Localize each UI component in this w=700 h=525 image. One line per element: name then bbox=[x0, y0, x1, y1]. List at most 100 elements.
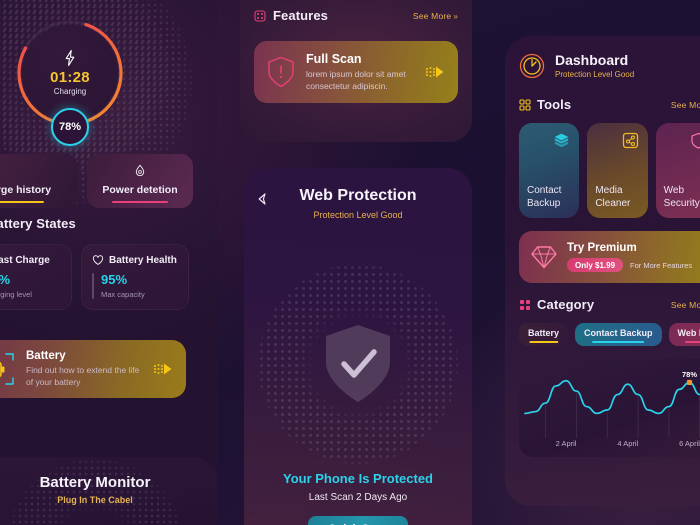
last-scan-text: Last Scan 2 Days Ago bbox=[308, 492, 408, 503]
full-scan-card[interactable]: Full Scan lorem ipsum dolor sit amet con… bbox=[254, 41, 458, 103]
lightning-bolt-icon bbox=[65, 50, 75, 66]
category-chip-battery[interactable]: Battery bbox=[519, 323, 569, 346]
battery-stats-row: Last Charge 78% Charging level Battery H… bbox=[0, 244, 189, 310]
arrow-dots-right-icon bbox=[154, 363, 172, 375]
battery-health-card[interactable]: Battery Health 95% Max capacity bbox=[81, 244, 189, 310]
category-header: Category See More» bbox=[519, 297, 700, 312]
category-see-more-label: See More bbox=[670, 299, 700, 310]
web-protection-title: Web Protection bbox=[299, 187, 417, 204]
last-charge-card[interactable]: Last Charge 78% Charging level bbox=[0, 244, 72, 310]
category-chip-label: Battery bbox=[528, 328, 560, 338]
dashboard-subtitle: Protection Level Good bbox=[555, 70, 635, 79]
full-scan-description: lorem ipsum dolor sit amet consectetur a… bbox=[306, 68, 406, 91]
power-gauge-icon bbox=[519, 53, 545, 78]
dashboard-header: Dashboard Protection Level Good bbox=[519, 52, 700, 79]
battery-monitor-card[interactable]: Battery Monitor Plug In The Cabel bbox=[0, 457, 218, 525]
tools-see-more[interactable]: See More» bbox=[671, 100, 700, 110]
tool-card-media-cleaner[interactable]: Media Cleaner bbox=[587, 123, 648, 218]
power-detection-underline bbox=[112, 200, 168, 203]
category-chip-web-protection[interactable]: Web Protection bbox=[668, 323, 700, 346]
tools-header: Tools See More» bbox=[519, 97, 700, 112]
last-charge-caption: Charging level bbox=[0, 289, 32, 299]
app-mockup-stage: 01:28 Charging 78% Charge history bbox=[0, 0, 700, 525]
battery-states-title: Battery States bbox=[0, 216, 76, 231]
dashboard-panel: Dashboard Protection Level Good Tools Se… bbox=[505, 36, 700, 506]
usage-line-chart bbox=[524, 379, 700, 438]
chip-underline bbox=[528, 340, 559, 343]
features-see-more[interactable]: See More» bbox=[413, 11, 458, 21]
chart-x-label: 6 April bbox=[679, 439, 700, 448]
power-detection-card[interactable]: Power detetion bbox=[87, 154, 193, 208]
battery-promo-description: Find out how to extend the life of your … bbox=[26, 364, 140, 387]
grid-squares-icon bbox=[520, 299, 530, 310]
battery-promo-card[interactable]: Battery Find out how to extend the life … bbox=[0, 340, 186, 398]
value-bar bbox=[92, 273, 94, 299]
features-panel: Features See More» Full Scan lorem ipsum… bbox=[240, 0, 472, 142]
web-protection-panel: Web Protection Protection Level Good You… bbox=[244, 168, 472, 525]
category-chip-contact-backup[interactable]: Contact Backup bbox=[575, 323, 662, 346]
premium-note: For More Features bbox=[630, 260, 693, 270]
battery-monitor-subtitle: Plug In The Cabel bbox=[57, 495, 133, 505]
ring-center-readout: 01:28 Charging bbox=[22, 25, 118, 121]
tools-title: Tools bbox=[537, 97, 572, 112]
charge-time: 01:28 bbox=[50, 69, 90, 86]
last-charge-value: 78% bbox=[0, 272, 32, 288]
chart-x-label: 2 April bbox=[555, 439, 577, 448]
image-share-icon bbox=[622, 132, 638, 149]
web-protection-subtitle: Protection Level Good bbox=[313, 210, 403, 220]
charge-history-underline bbox=[0, 200, 44, 203]
tools-see-more-label: See More bbox=[670, 99, 700, 110]
tool-label-media-cleaner: Media Cleaner bbox=[595, 185, 631, 209]
protection-status: Your Phone Is Protected bbox=[282, 471, 433, 486]
charge-history-card[interactable]: Charge history bbox=[0, 154, 78, 208]
web-protection-footer: Your Phone Is Protected Last Scan 2 Days… bbox=[244, 471, 472, 525]
charge-status: Charging bbox=[53, 87, 87, 96]
usage-chart-card[interactable]: 78% 2 April 4 April 6 April bbox=[519, 359, 700, 457]
premium-title: Try Premium bbox=[567, 242, 637, 254]
battery-percent-badge: 78% bbox=[51, 108, 89, 146]
shield-alert-icon bbox=[268, 56, 294, 88]
qr-grid-icon bbox=[519, 98, 531, 111]
chevron-right-icon: » bbox=[453, 11, 458, 21]
try-premium-card[interactable]: Try Premium Only $1.99 For More Features bbox=[519, 231, 700, 283]
category-chips-row: Battery Contact Backup Web Protection bbox=[519, 323, 700, 346]
shield-hero bbox=[258, 264, 458, 464]
last-charge-label: Last Charge bbox=[0, 254, 50, 266]
premium-price-pill: Only $1.99 bbox=[567, 258, 624, 272]
power-detection-label: Power detetion bbox=[102, 184, 178, 196]
battery-promo-title: Battery bbox=[26, 349, 66, 362]
category-see-more[interactable]: See More» bbox=[671, 300, 700, 310]
layers-stack-icon bbox=[554, 133, 569, 148]
features-title: Features bbox=[273, 8, 328, 23]
back-arrow-icon[interactable] bbox=[256, 192, 270, 206]
battery-health-caption: Max capacity bbox=[101, 289, 145, 299]
quick-cards-row: Charge history Power detetion bbox=[0, 154, 193, 208]
battery-monitor-title: Battery Monitor bbox=[39, 474, 151, 491]
chart-x-label: 4 April bbox=[617, 439, 639, 448]
lock-shield-icon bbox=[691, 132, 700, 149]
water-drop-icon bbox=[135, 164, 145, 177]
shield-check-icon bbox=[326, 325, 390, 402]
tools-row: Contact Backup Media Cleaner Web Securit… bbox=[519, 123, 700, 218]
heart-shield-icon bbox=[92, 255, 104, 265]
features-see-more-label: See More bbox=[412, 10, 452, 21]
dice-grid-icon bbox=[254, 9, 266, 22]
dashboard-title: Dashboard bbox=[555, 52, 629, 68]
category-title: Category bbox=[537, 297, 595, 312]
battery-ring-widget: 01:28 Charging 78% bbox=[0, 0, 169, 172]
charge-history-label: Charge history bbox=[0, 184, 52, 196]
battery-states-header: Battery States bbox=[0, 216, 76, 231]
battery-screen-panel: 01:28 Charging 78% Charge history bbox=[0, 0, 218, 525]
halftone-decoration bbox=[5, 459, 185, 525]
battery-health-value: 95% bbox=[101, 272, 128, 287]
quick-scan-button[interactable]: Quick Scan bbox=[308, 516, 408, 525]
category-chip-label: Contact Backup bbox=[584, 328, 653, 338]
chip-underline bbox=[592, 340, 645, 343]
diamond-gem-icon bbox=[531, 246, 557, 269]
tool-card-web-security[interactable]: Web Security bbox=[655, 123, 700, 218]
full-scan-title: Full Scan bbox=[306, 51, 362, 66]
tool-label-web-security: Web Security bbox=[663, 185, 700, 209]
tool-label-contact-backup: Contact Backup bbox=[527, 185, 562, 209]
tool-card-contact-backup[interactable]: Contact Backup bbox=[519, 123, 580, 218]
chart-point-label: 78% bbox=[681, 369, 698, 379]
